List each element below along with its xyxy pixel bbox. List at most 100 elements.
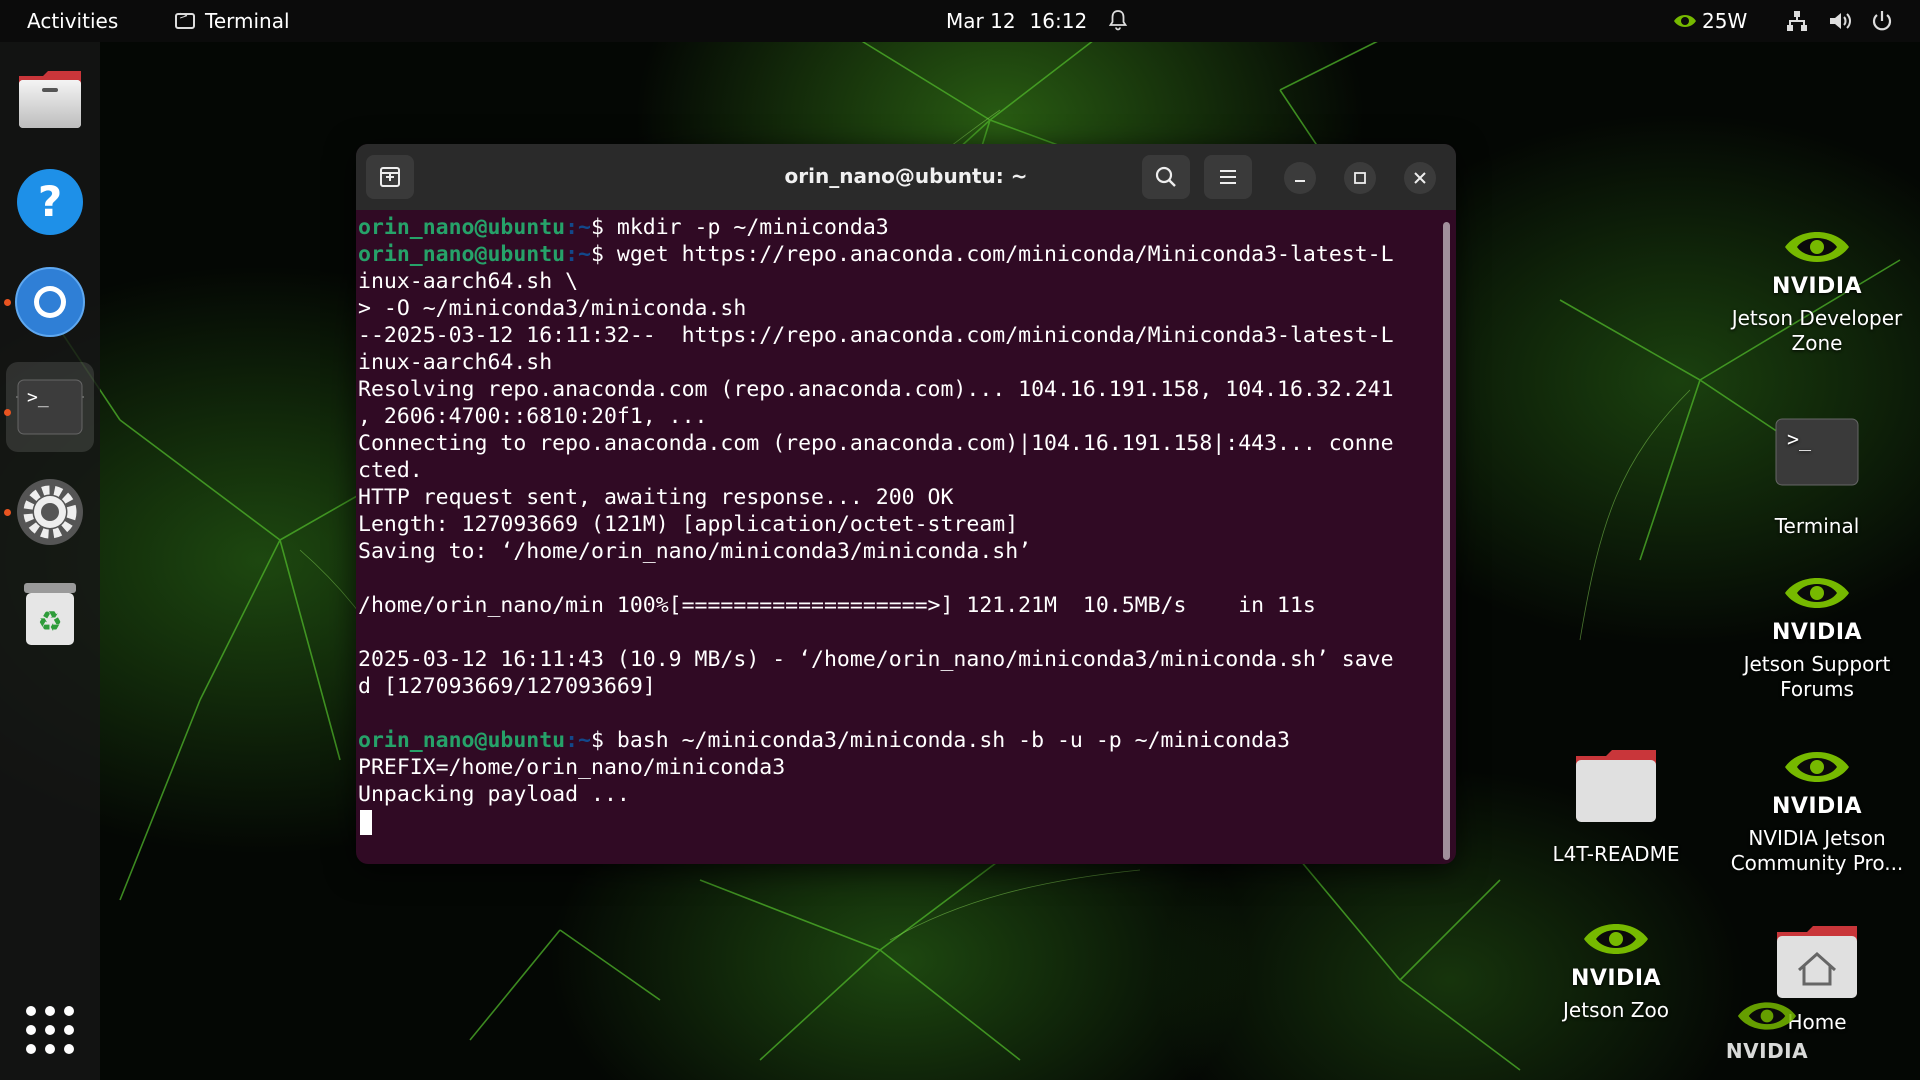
desktop-nvidia-jetson-community[interactable]: NVIDIA NVIDIA Jetson Community Pro... bbox=[1722, 738, 1912, 876]
settings-icon bbox=[17, 479, 83, 545]
desktop-l4t-readme[interactable]: L4T-README bbox=[1521, 742, 1711, 867]
desktop-icon-label: NVIDIA Jetson Community Pro... bbox=[1730, 826, 1904, 875]
show-apps-button[interactable] bbox=[14, 994, 86, 1066]
svg-text:>_: >_ bbox=[27, 387, 49, 408]
dock-terminal[interactable]: >_ bbox=[6, 362, 94, 452]
desktop-icon-label: Jetson Developer Zone bbox=[1731, 306, 1903, 355]
nvidia-logo: NVIDIA bbox=[1767, 218, 1867, 306]
nvidia-eye-icon bbox=[1784, 752, 1849, 782]
terminal-icon: >_ bbox=[17, 379, 83, 435]
terminal-launcher: >_ bbox=[1767, 408, 1867, 496]
terminal-cursor-line bbox=[358, 808, 1446, 835]
terminal-output-line: Saving to: ‘/home/orin_nano/miniconda3/m… bbox=[358, 539, 1032, 564]
terminal-output-line: 2025-03-12 16:11:43 (10.9 MB/s) - ‘/home… bbox=[358, 647, 1394, 672]
terminal-output-line: Unpacking payload ... bbox=[358, 782, 630, 807]
command-text: bash ~/miniconda3/miniconda.sh -b -u -p … bbox=[616, 728, 1290, 753]
nvidia-wordmark: NVIDIA bbox=[1771, 794, 1863, 819]
terminal-output-line: cted. bbox=[358, 458, 423, 483]
search-button[interactable] bbox=[1142, 155, 1190, 199]
notification-bell-icon[interactable] bbox=[1106, 8, 1130, 32]
desktop-jetson-support-forums[interactable]: NVIDIA Jetson Support Forums bbox=[1722, 564, 1912, 702]
svg-text:♻: ♻ bbox=[37, 605, 62, 638]
nvidia-eye-icon bbox=[1583, 924, 1648, 954]
prompt-user: orin_nano@ubuntu bbox=[358, 728, 566, 753]
dock-chromium[interactable] bbox=[14, 266, 86, 338]
prompt-path: :~ bbox=[565, 728, 591, 753]
terminal-output-line: inux-aarch64.sh \ bbox=[358, 269, 579, 294]
app-menu-label: Terminal bbox=[205, 9, 290, 33]
desktop-icon-label: Jetson Zoo bbox=[1563, 998, 1669, 1022]
terminal-output-line: Connecting to repo.anaconda.com (repo.an… bbox=[358, 431, 1394, 456]
nvidia-eye-icon bbox=[1737, 1002, 1797, 1030]
nvidia-wordmark: NVIDIA bbox=[1771, 620, 1863, 645]
nvidia-logo: NVIDIA bbox=[1767, 564, 1867, 652]
nvidia-wordmark: NVIDIA bbox=[1725, 1039, 1809, 1063]
running-indicator bbox=[4, 299, 11, 306]
hamburger-menu-icon bbox=[1220, 170, 1236, 184]
dock-trash[interactable]: ♻ bbox=[14, 578, 86, 650]
prompt-user: orin_nano@ubuntu bbox=[358, 215, 566, 240]
dock-settings[interactable] bbox=[14, 476, 86, 548]
close-button[interactable] bbox=[1404, 162, 1436, 194]
terminal-output-line: d [127093669/127093669] bbox=[358, 674, 656, 699]
prompt-symbol: $ bbox=[591, 728, 617, 753]
terminal-output-line: PREFIX=/home/orin_nano/miniconda3 bbox=[358, 755, 786, 780]
svg-text:>_: >_ bbox=[1787, 427, 1812, 451]
terminal-scrollbar[interactable] bbox=[1443, 222, 1450, 860]
maximize-button[interactable] bbox=[1344, 162, 1376, 194]
nvidia-eye-icon bbox=[1784, 578, 1849, 608]
nvidia-logo: NVIDIA bbox=[1566, 910, 1666, 998]
terminal-window[interactable]: orin_nano@ubuntu: ~ orin_nano@ubuntu:~$ … bbox=[356, 144, 1456, 864]
terminal-output-line: Length: 127093669 (121M) [application/oc… bbox=[358, 512, 1019, 537]
terminal-output-line: HTTP request sent, awaiting response... … bbox=[358, 485, 954, 510]
volume-icon[interactable] bbox=[1827, 8, 1853, 34]
nvidia-watermark-logo: NVIDIA bbox=[1712, 996, 1822, 1062]
terminal-output-line: Resolving repo.anaconda.com (repo.anacon… bbox=[358, 377, 1394, 402]
dock: ? >_ ♻ bbox=[0, 42, 100, 1080]
chromium-icon bbox=[15, 267, 85, 337]
desktop-jetson-zoo[interactable]: NVIDIA Jetson Zoo bbox=[1521, 910, 1711, 1023]
power-mode-indicator[interactable]: 25W bbox=[1672, 9, 1747, 33]
minimize-button[interactable] bbox=[1284, 162, 1316, 194]
nvidia-wordmark: NVIDIA bbox=[1570, 966, 1662, 991]
terminal-output-line: --2025-03-12 16:11:32-- https://repo.ana… bbox=[358, 323, 1394, 348]
top-bar: Activities Terminal Mar 12 16:12 25W bbox=[0, 0, 1920, 42]
terminal-app-icon bbox=[175, 9, 195, 29]
search-icon bbox=[1155, 166, 1176, 187]
minimize-icon bbox=[1295, 180, 1305, 182]
clock-button[interactable]: Mar 12 16:12 bbox=[946, 9, 1087, 33]
terminal-cursor bbox=[360, 809, 372, 835]
home-folder bbox=[1767, 918, 1867, 1006]
folder-icon bbox=[1576, 750, 1656, 822]
terminal-command-line: orin_nano@ubuntu:~$ wget https://repo.an… bbox=[358, 241, 1446, 268]
running-indicator bbox=[4, 409, 11, 416]
nvidia-eye-icon bbox=[1674, 15, 1696, 27]
prompt-symbol: $ bbox=[591, 242, 617, 267]
terminal-headerbar[interactable]: orin_nano@ubuntu: ~ bbox=[356, 144, 1456, 210]
network-icon[interactable] bbox=[1784, 8, 1810, 34]
menu-button[interactable] bbox=[1204, 155, 1252, 199]
command-text: wget https://repo.anaconda.com/miniconda… bbox=[616, 242, 1394, 267]
home-folder-icon bbox=[1777, 926, 1857, 998]
desktop-icon-label: Jetson Support Forums bbox=[1743, 652, 1891, 701]
desktop-terminal[interactable]: >_ Terminal bbox=[1722, 408, 1912, 539]
dock-help[interactable]: ? bbox=[14, 166, 86, 238]
power-icon[interactable] bbox=[1869, 8, 1895, 34]
desktop-icon-label: Terminal bbox=[1774, 514, 1860, 538]
activities-button[interactable]: Activities bbox=[27, 9, 118, 33]
desktop-jetson-developer-zone[interactable]: NVIDIA Jetson Developer Zone bbox=[1722, 218, 1912, 356]
dock-files[interactable] bbox=[14, 64, 86, 136]
running-indicator bbox=[4, 509, 11, 516]
command-text: mkdir -p ~/miniconda3 bbox=[616, 215, 889, 240]
folder-icon bbox=[1566, 742, 1666, 830]
terminal-output-line: , 2606:4700::6810:20f1, ... bbox=[358, 404, 708, 429]
app-menu[interactable]: Terminal bbox=[175, 9, 290, 33]
terminal-output-line: > -O ~/miniconda3/miniconda.sh bbox=[358, 296, 747, 321]
prompt-user: orin_nano@ubuntu bbox=[358, 242, 566, 267]
terminal-output-line: /home/orin_nano/min 100%[===============… bbox=[358, 593, 1316, 618]
nvidia-logo: NVIDIA bbox=[1767, 738, 1867, 826]
svg-text:?: ? bbox=[38, 177, 62, 226]
terminal-output[interactable]: orin_nano@ubuntu:~$ mkdir -p ~/miniconda… bbox=[356, 210, 1446, 864]
